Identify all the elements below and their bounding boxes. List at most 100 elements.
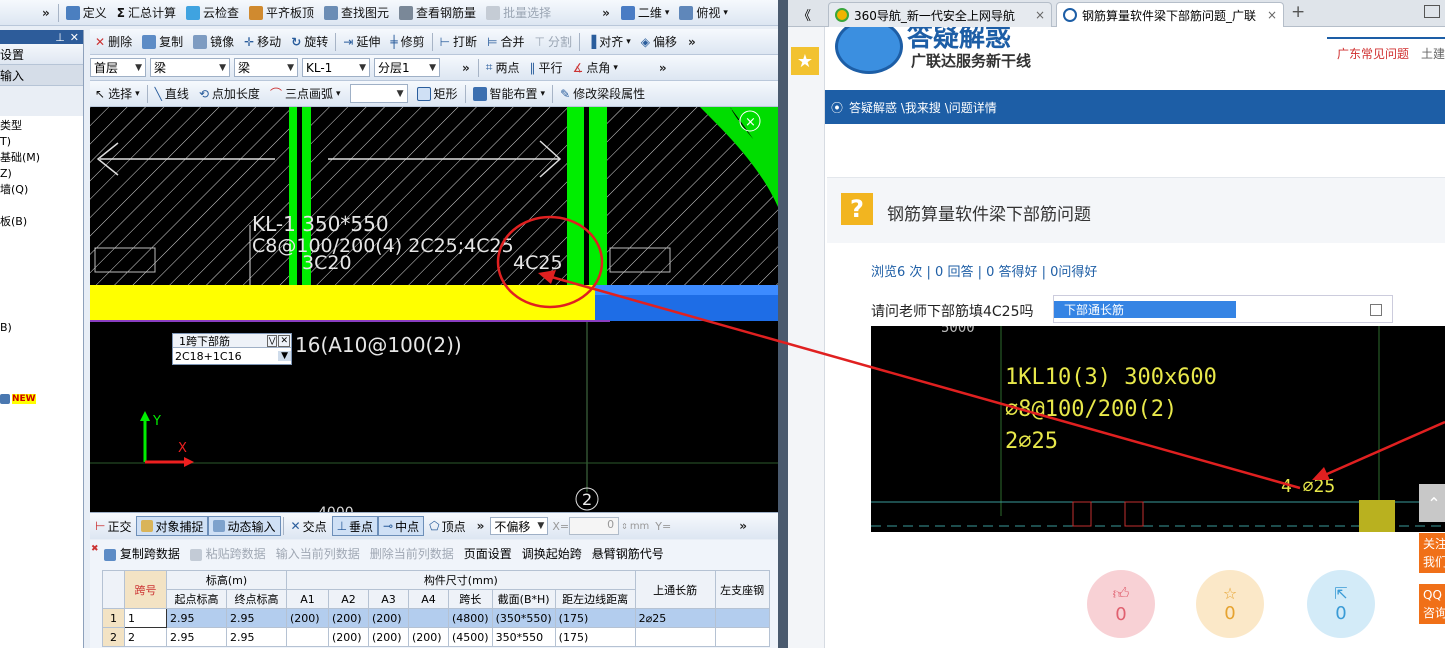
cell-left-support[interactable]: [714, 608, 770, 628]
share-button[interactable]: ⇱ 0: [1307, 570, 1375, 638]
popup-expand-icon[interactable]: ⋁: [266, 334, 278, 347]
cell-distance[interactable]: (175): [554, 627, 636, 647]
close-icon[interactable]: ✕: [70, 31, 79, 44]
offset-mode-dropdown[interactable]: 不偏移 ▼: [490, 517, 549, 535]
tree-item[interactable]: 类型: [0, 118, 83, 134]
summary-calc-button[interactable]: Σ 汇总计算: [112, 2, 181, 24]
cell-a1[interactable]: [286, 627, 329, 647]
object-snap-button[interactable]: 对象捕捉: [136, 516, 209, 536]
tree-item[interactable]: [0, 198, 83, 214]
perpendicular-snap-button[interactable]: ⊥ 垂点: [331, 516, 379, 536]
span-rebar-popup[interactable]: 1跨下部筋 ⋁ ✕ 2C18+1C16 ▼: [172, 333, 292, 365]
layer-dropdown[interactable]: 分层1 ▼: [374, 58, 440, 77]
new-item-row[interactable]: NEW: [0, 394, 83, 404]
table-close-icon[interactable]: ✖: [91, 544, 99, 554]
tab-rebar-question[interactable]: 钢筋算量软件梁下部筋问题_广联 ×: [1056, 2, 1284, 27]
element-dropdown[interactable]: KL-1 ▼: [302, 58, 370, 77]
drawing-canvas[interactable]: KL-1 350*550 C8@100/200(4) 2C25;4C25 3C2…: [90, 107, 778, 512]
table-row[interactable]: 1 1 2.95 2.95 (200) (200) (200) (4800) (…: [102, 608, 770, 628]
snap-overflow-chevron[interactable]: »: [471, 519, 491, 533]
two-point-button[interactable]: ⌗ 两点: [481, 57, 525, 79]
table-row[interactable]: 2 2 2.95 2.95 (200) (200) (200) (4500) 3…: [102, 627, 770, 647]
cell-left-support[interactable]: [714, 627, 770, 647]
copy-button[interactable]: 复制: [137, 31, 188, 53]
breadcrumb[interactable]: 答疑解惑 \我来搜 \问题详情: [849, 99, 997, 116]
toolbar-overflow-chevron[interactable]: »: [36, 6, 56, 20]
toolbar-overflow-chevron-2[interactable]: »: [596, 6, 616, 20]
tree-item[interactable]: 板(B): [0, 214, 83, 230]
dynamic-input-button[interactable]: 动态输入: [208, 516, 281, 536]
cell-section[interactable]: 350*550: [491, 627, 556, 647]
arc-option-dropdown[interactable]: ▼: [349, 84, 408, 103]
tab-close-icon[interactable]: ×: [1035, 8, 1045, 22]
point-angle-button[interactable]: ∡ 点角 ▾: [568, 57, 623, 79]
cell-length[interactable]: (4500): [448, 627, 493, 647]
settings-button[interactable]: 设置: [0, 44, 83, 65]
align-button[interactable]: ▐ 对齐 ▾: [582, 31, 636, 53]
tree-item[interactable]: 基础(M): [0, 150, 83, 166]
toolbar-overflow-chevron-3[interactable]: »: [682, 35, 702, 49]
toolbar-overflow-chevron-4[interactable]: »: [456, 61, 476, 75]
input-button[interactable]: 输入: [0, 65, 83, 86]
cell-span[interactable]: 2: [124, 627, 167, 647]
cell-distance[interactable]: (175): [554, 608, 636, 628]
cell-section[interactable]: (350*550): [491, 608, 556, 628]
back-button[interactable]: 《: [798, 5, 811, 24]
tree-item[interactable]: 墙(Q): [0, 182, 83, 198]
line-button[interactable]: ╲ 直线: [150, 83, 194, 105]
site-logo-mascot[interactable]: [835, 27, 903, 74]
trim-button[interactable]: ╪ 修剪: [385, 31, 429, 53]
swap-start-span-button[interactable]: 调换起始跨: [522, 545, 582, 562]
three-point-arc-button[interactable]: ⌒ 三点画弧 ▾: [265, 83, 346, 105]
top-link-faq[interactable]: 广东常见问题: [1337, 45, 1409, 62]
follow-us-widget[interactable]: 关注我们: [1419, 533, 1445, 573]
align-slab-top-button[interactable]: 平齐板顶: [244, 2, 319, 24]
cell-start-elev[interactable]: 2.95: [166, 608, 227, 628]
restore-tabs-icon[interactable]: [1424, 5, 1440, 18]
intersection-snap-button[interactable]: ✕ 交点: [286, 516, 332, 536]
split-button[interactable]: ⊤ 分割: [530, 31, 577, 53]
cantilever-code-button[interactable]: 悬臂钢筋代号: [592, 545, 664, 562]
view-mode-dropdown[interactable]: 俯视 ▾: [674, 2, 733, 24]
cell-top-rebar[interactable]: [634, 627, 716, 647]
smart-layout-button[interactable]: 智能布置 ▾: [468, 83, 551, 105]
merge-button[interactable]: ⊨ 合并: [482, 31, 529, 53]
favorites-star-button[interactable]: ★: [791, 47, 819, 75]
qq-consult-widget[interactable]: QQ咨询: [1419, 584, 1445, 624]
snap-overflow-chevron-2[interactable]: »: [733, 519, 753, 533]
window-divider[interactable]: [778, 0, 788, 648]
tree-item[interactable]: B): [0, 320, 83, 336]
stepper-icon[interactable]: ⇕: [621, 522, 628, 531]
find-element-button[interactable]: 查找图元: [319, 2, 394, 24]
copy-span-data-button[interactable]: 复制跨数据: [104, 545, 180, 562]
paste-span-data-button[interactable]: 粘贴跨数据: [189, 545, 266, 562]
category-dropdown[interactable]: 梁 ▼: [150, 58, 230, 77]
cell-a2[interactable]: (200): [328, 608, 369, 628]
delete-button[interactable]: ✕ 删除: [90, 31, 137, 53]
floor-dropdown[interactable]: 首层 ▼: [90, 58, 146, 77]
vertex-snap-button[interactable]: ⬠ 顶点: [424, 516, 470, 536]
pin-icon[interactable]: ⊥: [55, 31, 65, 44]
like-button[interactable]: 👍︎ 0: [1087, 570, 1155, 638]
cloud-check-button[interactable]: 云检查: [181, 2, 244, 24]
view-2d-dropdown[interactable]: 二维 ▾: [616, 2, 675, 24]
cell-length[interactable]: (4800): [448, 608, 493, 628]
midpoint-snap-button[interactable]: ⊸ 中点: [378, 516, 425, 536]
type-dropdown[interactable]: 梁 ▼: [234, 58, 298, 77]
offset-button[interactable]: ◈ 偏移: [636, 31, 682, 53]
tab-360-nav[interactable]: 360导航_新一代安全上网导航 ×: [828, 2, 1052, 27]
cell-a2[interactable]: (200): [328, 627, 369, 647]
cell-start-elev[interactable]: 2.95: [166, 627, 227, 647]
rotate-button[interactable]: ↻ 旋转: [286, 31, 333, 53]
cell-a1[interactable]: (200): [286, 608, 329, 628]
modify-beam-segment-button[interactable]: ✎ 修改梁段属性: [555, 83, 650, 105]
select-button[interactable]: ↖ 选择 ▾: [90, 83, 145, 105]
new-tab-button[interactable]: +: [1291, 2, 1305, 22]
view-rebar-button[interactable]: 查看钢筋量: [394, 2, 481, 24]
tree-item[interactable]: T): [0, 134, 83, 150]
batch-select-button[interactable]: 批量选择: [481, 2, 556, 24]
delete-column-data-button[interactable]: 删除当前列数据: [370, 545, 454, 562]
extend-button[interactable]: ⇥ 延伸: [338, 31, 385, 53]
rectangle-button[interactable]: 矩形: [412, 83, 463, 105]
toolbar-overflow-chevron-5[interactable]: »: [653, 61, 673, 75]
